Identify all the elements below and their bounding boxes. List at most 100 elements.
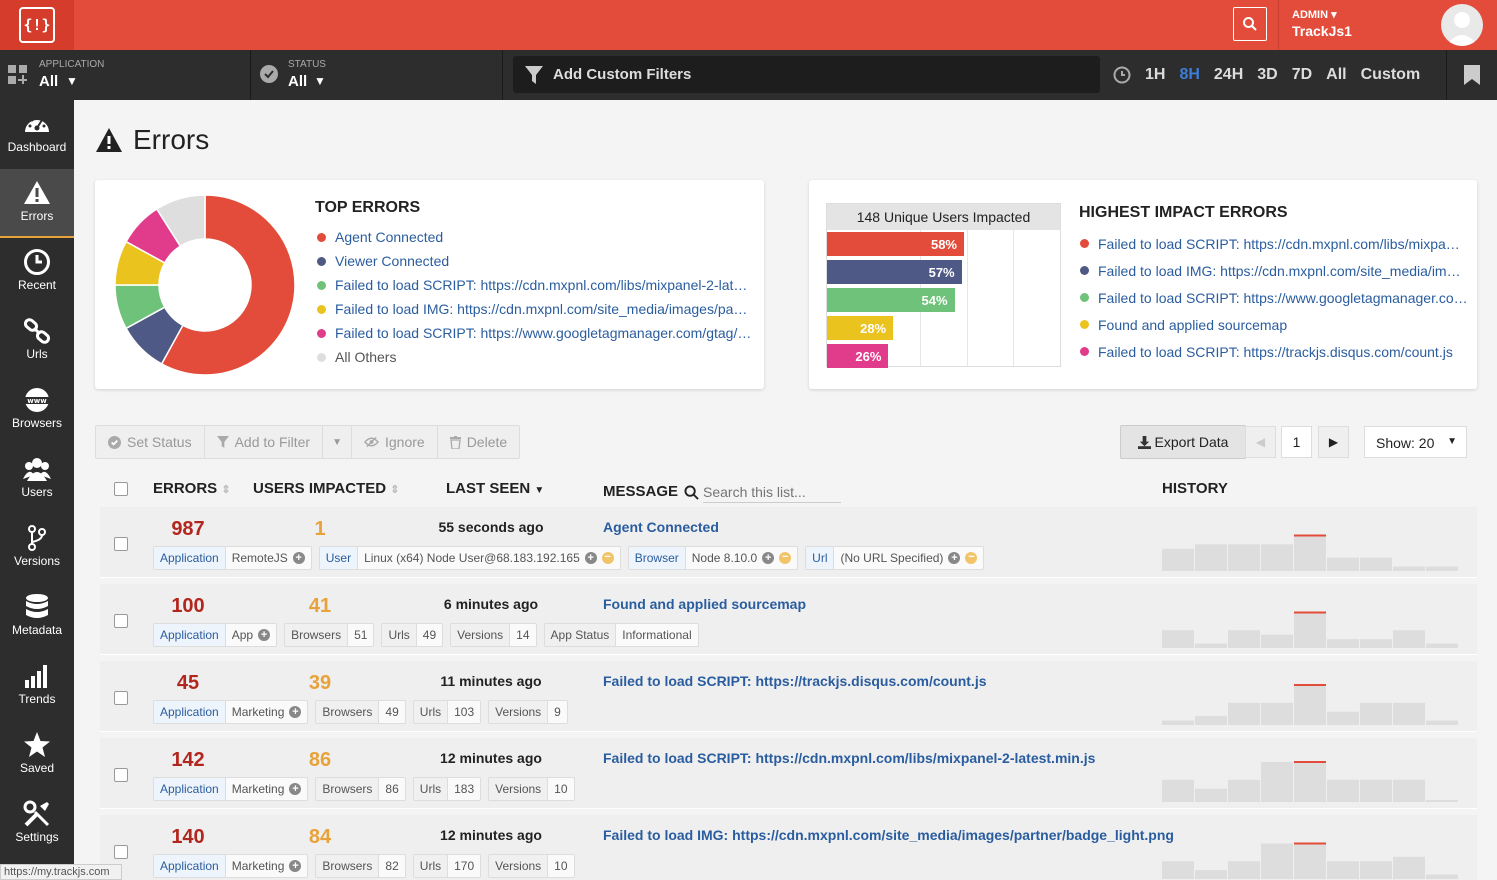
bookmark-button[interactable] (1446, 50, 1497, 100)
row-tag[interactable]: App Status Informational (543, 623, 699, 647)
table-row[interactable]: 100 41 6 minutes ago Found and applied sour… (100, 584, 1477, 655)
legend-item[interactable]: Viewer Connected (317, 249, 752, 273)
row-tag[interactable]: Browsers 51 (284, 623, 375, 647)
error-message-link[interactable]: Failed to load IMG: https://cdn.mxpnl.co… (603, 827, 1174, 843)
error-message-link[interactable]: Failed to load SCRIPT: https://trackjs.d… (603, 673, 987, 689)
sort-users-header[interactable]: USERS IMPACTED ⇕ (253, 480, 399, 497)
impact-bar[interactable]: 58% (827, 232, 964, 256)
sidebar-item-browsers[interactable]: www Browsers (0, 376, 74, 445)
exclude-filter-icon[interactable]: − (779, 552, 792, 564)
time-3d[interactable]: 3D (1257, 66, 1277, 84)
row-checkbox[interactable] (114, 537, 128, 551)
legend-item[interactable]: Found and applied sourcemap (1080, 311, 1470, 338)
sidebar-item-users[interactable]: Users (0, 445, 74, 514)
legend-label[interactable]: Failed to load IMG: https://cdn.mxpnl.co… (335, 301, 747, 317)
row-tag[interactable]: Urls 183 (412, 777, 482, 801)
row-tag[interactable]: Application Marketing + (153, 700, 309, 724)
add-filter-icon[interactable]: + (289, 783, 302, 795)
row-tag[interactable]: Versions 10 (488, 854, 575, 878)
add-to-filter-dropdown[interactable]: ▼ (323, 426, 352, 458)
add-filter-icon[interactable]: + (584, 552, 597, 564)
time-24h[interactable]: 24H (1214, 66, 1243, 84)
impact-bar[interactable]: 26% (827, 344, 889, 368)
set-status-button[interactable]: Set Status (96, 426, 205, 458)
add-filter-icon[interactable]: + (762, 552, 775, 564)
row-tag[interactable]: Urls 170 (412, 854, 482, 878)
row-tag[interactable]: Application Marketing + (153, 854, 309, 878)
application-filter[interactable]: APPLICATION All ▼ (0, 50, 251, 100)
row-tag[interactable]: Versions 9 (488, 700, 568, 724)
page-size-select[interactable]: Show: 20 ▼ (1364, 426, 1467, 458)
sidebar-item-settings[interactable]: Settings (0, 790, 74, 859)
legend-item[interactable]: Failed to load SCRIPT: https://www.googl… (1080, 284, 1470, 311)
row-tag[interactable]: Versions 14 (450, 623, 537, 647)
sidebar-item-versions[interactable]: Versions (0, 514, 74, 583)
time-1h[interactable]: 1H (1145, 66, 1165, 84)
legend-item[interactable]: Failed to load IMG: https://cdn.mxpnl.co… (1080, 257, 1470, 284)
delete-button[interactable]: Delete (438, 426, 519, 458)
row-tag[interactable]: Versions 10 (488, 777, 575, 801)
add-filter-icon[interactable]: + (258, 629, 271, 641)
sidebar-item-urls[interactable]: Urls (0, 307, 74, 376)
sidebar-item-errors[interactable]: Errors (0, 169, 74, 238)
trackjs-logo[interactable]: {!} (0, 0, 74, 50)
row-tag[interactable]: Browsers 49 (315, 700, 406, 724)
row-tag[interactable]: Browsers 82 (315, 854, 406, 878)
row-tag[interactable]: Url (No URL Specified) + − (805, 546, 985, 570)
error-message-link[interactable]: Agent Connected (603, 519, 719, 535)
legend-item[interactable]: Failed to load SCRIPT: https://www.googl… (317, 321, 752, 345)
ignore-button[interactable]: Ignore (352, 426, 438, 458)
legend-label[interactable]: Failed to load SCRIPT: https://www.googl… (1098, 290, 1468, 306)
sidebar-item-metadata[interactable]: Metadata (0, 583, 74, 652)
error-message-link[interactable]: Failed to load SCRIPT: https://cdn.mxpnl… (603, 750, 1095, 766)
legend-label[interactable]: Viewer Connected (335, 253, 449, 269)
page-number[interactable]: 1 (1281, 426, 1312, 458)
sort-last-seen-header[interactable]: LAST SEEN ▼ (446, 480, 544, 497)
legend-label[interactable]: Failed to load SCRIPT: https://cdn.mxpnl… (335, 277, 747, 293)
impact-bar[interactable]: 54% (827, 288, 955, 312)
row-checkbox[interactable] (114, 768, 128, 782)
add-to-filter-button[interactable]: Add to Filter (205, 426, 324, 458)
search-button[interactable] (1233, 7, 1267, 41)
row-tag[interactable]: Urls 49 (381, 623, 444, 647)
error-message-link[interactable]: Found and applied sourcemap (603, 596, 806, 612)
search-list-input[interactable] (703, 481, 841, 503)
table-row[interactable]: 140 84 12 minutes ago Failed to load IMG: h… (100, 815, 1477, 880)
row-checkbox[interactable] (114, 691, 128, 705)
row-tag[interactable]: Browser Node 8.10.0 + − (627, 546, 799, 570)
row-tag[interactable]: Browsers 86 (315, 777, 406, 801)
status-value[interactable]: All (288, 73, 307, 90)
row-checkbox[interactable] (114, 614, 128, 628)
sidebar-item-recent[interactable]: Recent (0, 238, 74, 307)
sidebar-item-dashboard[interactable]: Dashboard (0, 100, 74, 169)
table-row[interactable]: 987 1 55 seconds ago Agent Connected Applica… (100, 507, 1477, 578)
avatar[interactable] (1441, 4, 1483, 46)
account-name[interactable]: TrackJs1 (1292, 23, 1352, 39)
add-filter-icon[interactable]: + (289, 706, 302, 718)
row-tag[interactable]: Urls 103 (412, 700, 482, 724)
row-tag[interactable]: Application Marketing + (153, 777, 309, 801)
time-all[interactable]: All (1326, 66, 1346, 84)
legend-label[interactable]: Agent Connected (335, 229, 443, 245)
add-filter-icon[interactable]: + (289, 860, 302, 872)
legend-item[interactable]: Agent Connected (317, 225, 752, 249)
admin-menu[interactable]: ADMIN ▾ (1292, 8, 1337, 21)
legend-item[interactable]: Failed to load SCRIPT: https://trackjs.d… (1080, 338, 1470, 365)
sidebar-item-saved[interactable]: Saved (0, 721, 74, 790)
legend-label[interactable]: Found and applied sourcemap (1098, 317, 1287, 333)
legend-label[interactable]: Failed to load SCRIPT: https://cdn.mxpnl… (1098, 236, 1460, 252)
row-tag[interactable]: Application App + (153, 623, 278, 647)
exclude-filter-icon[interactable]: − (965, 552, 978, 564)
legend-item[interactable]: Failed to load IMG: https://cdn.mxpnl.co… (317, 297, 752, 321)
next-page-button[interactable]: ▶ (1318, 426, 1349, 458)
add-filter-icon[interactable]: + (292, 552, 305, 564)
legend-label[interactable]: Failed to load IMG: https://cdn.mxpnl.co… (1098, 263, 1461, 279)
time-8h[interactable]: 8H (1179, 66, 1199, 84)
table-row[interactable]: 142 86 12 minutes ago Failed to load SCRIPT… (100, 738, 1477, 809)
impact-bar[interactable]: 28% (827, 316, 894, 340)
sidebar-item-trends[interactable]: Trends (0, 652, 74, 721)
row-tag[interactable]: Application RemoteJS + (153, 546, 312, 570)
custom-filter-input[interactable]: Add Custom Filters (513, 56, 1100, 93)
export-data-button[interactable]: Export Data (1120, 425, 1246, 459)
impact-bar[interactable]: 57% (827, 260, 962, 284)
